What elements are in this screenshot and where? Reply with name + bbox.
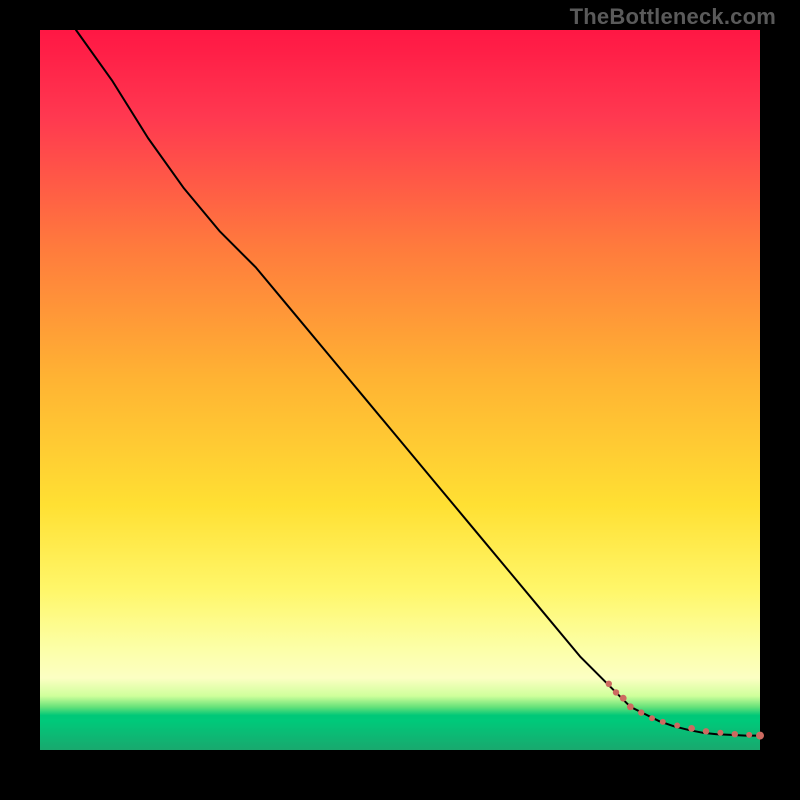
tail-dot <box>613 689 619 695</box>
curve-line <box>76 30 760 736</box>
tail-dot <box>746 732 752 738</box>
tail-dot <box>638 709 644 715</box>
tail-dot <box>703 728 709 734</box>
tail-dot <box>688 725 695 732</box>
chart-wrap: TheBottleneck.com <box>0 0 800 800</box>
tail-dot <box>732 731 738 737</box>
tail-dot <box>649 715 655 721</box>
tail-dot <box>620 695 627 702</box>
tail-dot <box>674 723 680 729</box>
tail-dot <box>627 703 634 710</box>
watermark-text: TheBottleneck.com <box>570 4 776 30</box>
tail-dot <box>660 719 666 725</box>
tail-dots <box>606 681 764 740</box>
tail-dot <box>756 732 764 740</box>
tail-dot <box>606 681 612 687</box>
tail-dot <box>717 730 723 736</box>
chart-svg <box>40 30 760 750</box>
plot-area <box>40 30 760 750</box>
